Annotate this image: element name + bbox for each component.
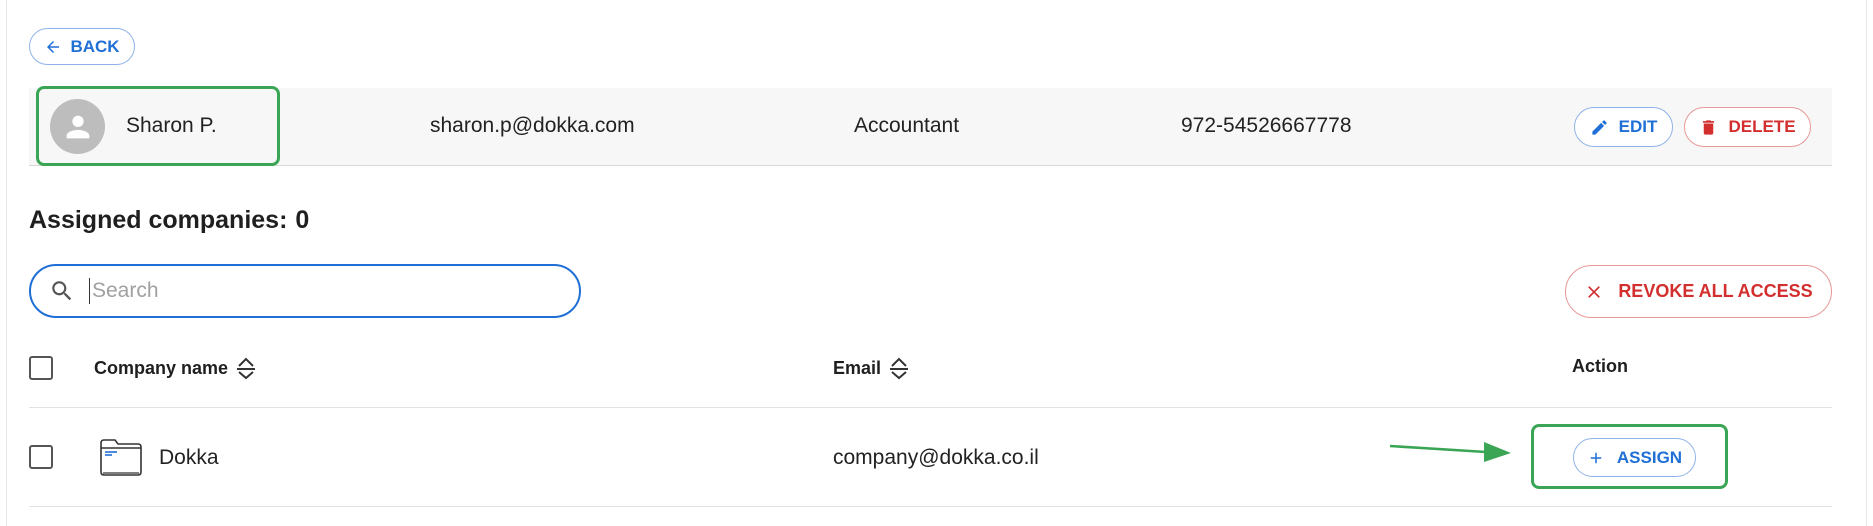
assigned-companies-heading: Assigned companies: 0: [29, 206, 309, 235]
sort-icon: [237, 357, 256, 380]
column-header-company-name[interactable]: Company name: [94, 356, 256, 380]
edit-button-label: EDIT: [1618, 117, 1658, 136]
arrow-left-icon: [47, 40, 60, 53]
edit-button[interactable]: EDIT: [1574, 107, 1673, 147]
close-icon: [1588, 285, 1601, 298]
user-role: Accountant: [854, 114, 960, 137]
avatar: [50, 99, 105, 154]
user-phone: 972-54526667778: [1181, 114, 1352, 137]
delete-button[interactable]: DELETE: [1684, 107, 1811, 147]
column-header-action-label: Action: [1572, 356, 1628, 376]
delete-button-label: DELETE: [1728, 117, 1796, 136]
user-email: sharon.p@dokka.com: [430, 114, 635, 137]
user-name: Sharon P.: [126, 114, 217, 137]
company-email-cell: company@dokka.co.il: [833, 446, 1039, 469]
sort-icon: [890, 357, 909, 380]
select-all-checkbox[interactable]: [29, 356, 53, 380]
assigned-companies-label: Assigned companies:: [29, 206, 288, 234]
column-header-company-name-label: Company name: [94, 357, 229, 378]
column-header-email-label: Email: [833, 357, 882, 378]
assign-button[interactable]: ASSIGN: [1573, 438, 1696, 477]
trash-icon: [1703, 119, 1715, 135]
annotation-arrow: [1389, 442, 1511, 462]
revoke-all-access-button[interactable]: REVOKE ALL ACCESS: [1565, 265, 1832, 318]
back-button-label: BACK: [70, 36, 120, 56]
column-header-action: Action: [1572, 356, 1628, 377]
folder-icon: [100, 439, 142, 476]
search-box[interactable]: [29, 264, 581, 318]
table-header: [29, 350, 1832, 408]
user-avatar-icon: [66, 115, 89, 138]
plus-icon: [1590, 452, 1602, 463]
pencil-icon: [1592, 119, 1607, 135]
column-header-email[interactable]: Email: [833, 356, 909, 380]
back-button[interactable]: BACK: [29, 28, 135, 65]
company-name-cell: Dokka: [159, 446, 219, 469]
search-icon: [52, 281, 72, 301]
assigned-companies-count: 0: [295, 206, 310, 234]
revoke-all-access-label: REVOKE ALL ACCESS: [1618, 281, 1813, 301]
search-input[interactable]: [89, 278, 549, 304]
row-checkbox[interactable]: [29, 445, 53, 469]
assign-button-label: ASSIGN: [1616, 447, 1683, 467]
